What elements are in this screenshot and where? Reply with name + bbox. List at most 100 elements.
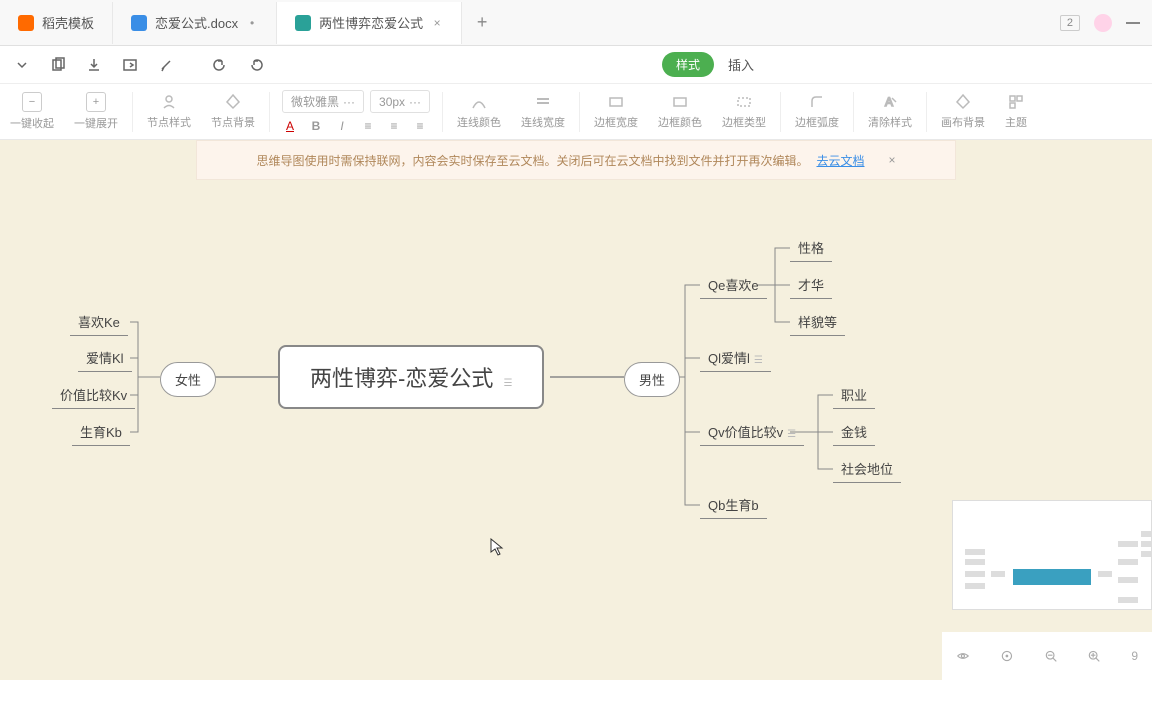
node-bg-button[interactable]: 节点背景 <box>201 87 265 136</box>
unsaved-dot-icon: • <box>246 16 258 30</box>
theme-button[interactable]: 主题 <box>995 87 1037 136</box>
align-center-button[interactable]: ≡ <box>386 119 402 133</box>
close-icon[interactable]: × <box>431 16 443 30</box>
tab-doc[interactable]: 恋爱公式.docx • <box>113 2 277 44</box>
tool-label: 节点背景 <box>211 114 255 130</box>
node-label: Qb生育b <box>708 498 759 513</box>
eye-icon[interactable] <box>956 647 970 665</box>
node-label: 性格 <box>798 241 824 256</box>
minimize-icon[interactable] <box>1126 22 1140 24</box>
tab-template[interactable]: 稻壳模板 <box>0 2 113 44</box>
border-type-button[interactable]: 边框类型 <box>712 87 776 136</box>
node-label: 女性 <box>175 373 201 388</box>
tool-label: 一键展开 <box>74 115 118 131</box>
tab-icon <box>18 15 34 31</box>
tool-label: 连线宽度 <box>521 114 565 130</box>
tool-label: 节点样式 <box>147 114 191 130</box>
leaf-node[interactable]: 喜欢Ke <box>70 308 128 336</box>
font-color-button[interactable]: A <box>282 119 298 133</box>
node-label: 金钱 <box>841 425 867 440</box>
leaf-node[interactable]: 价值比较Kv <box>52 381 135 409</box>
tool-label: 连线颜色 <box>457 114 501 130</box>
node-label: 职业 <box>841 388 867 403</box>
node-label: Qe喜欢e <box>708 278 759 293</box>
collapse-all-button[interactable]: − 一键收起 <box>0 86 64 137</box>
export-icon[interactable] <box>116 51 144 79</box>
node-label: 爱情Kl <box>86 351 124 366</box>
tool-label: 边框颜色 <box>658 114 702 130</box>
branch-male[interactable]: 男性 <box>624 362 680 397</box>
clear-style-button[interactable]: A 清除样式 <box>858 87 922 136</box>
mindmap-canvas[interactable]: 思维导图使用时需保持联网，内容会实时保存至云文档。关闭后可在云文档中找到文件并打… <box>0 140 1152 680</box>
download-icon[interactable] <box>80 51 108 79</box>
tool-label: 清除样式 <box>868 114 912 130</box>
target-icon[interactable] <box>1000 647 1014 665</box>
border-color-button[interactable]: 边框颜色 <box>648 87 712 136</box>
minimap[interactable] <box>952 500 1152 610</box>
leaf-node[interactable]: 金钱 <box>833 418 875 446</box>
branch-node[interactable]: Ql爱情l☰ <box>700 344 771 372</box>
node-label: Ql爱情l <box>708 351 750 366</box>
tool-label: 一键收起 <box>10 115 54 131</box>
dropdown-menu-button[interactable] <box>8 51 36 79</box>
expand-all-button[interactable]: + 一键展开 <box>64 86 128 137</box>
zoom-value: 9 <box>1131 649 1138 663</box>
align-right-button[interactable]: ≡ <box>412 119 428 133</box>
zoom-controls: 9 <box>942 632 1152 680</box>
tab-icon <box>295 15 311 31</box>
style-tab[interactable]: 样式 <box>662 52 714 77</box>
leaf-node[interactable]: 职业 <box>833 381 875 409</box>
tab-label: 稻壳模板 <box>42 13 94 32</box>
copy-icon[interactable] <box>44 51 72 79</box>
undo-icon[interactable] <box>206 51 234 79</box>
align-left-button[interactable]: ≡ <box>360 119 376 133</box>
window-count-badge[interactable]: 2 <box>1060 15 1080 31</box>
node-label: 价值比较Kv <box>60 388 127 403</box>
note-icon: ☰ <box>787 429 796 440</box>
branch-node[interactable]: Qe喜欢e <box>700 271 767 299</box>
tool-label: 边框宽度 <box>594 114 638 130</box>
branch-female[interactable]: 女性 <box>160 362 216 397</box>
new-tab-button[interactable]: + <box>462 12 502 33</box>
tab-icon <box>131 15 147 31</box>
tool-label: 画布背景 <box>941 114 985 130</box>
leaf-node[interactable]: 性格 <box>790 234 832 262</box>
node-label: 男性 <box>639 373 665 388</box>
branch-node[interactable]: Qb生育b <box>700 491 767 519</box>
branch-node[interactable]: Qv价值比较v ☰ <box>700 418 804 446</box>
redo-icon[interactable] <box>242 51 270 79</box>
node-label: 样貌等 <box>798 315 837 330</box>
node-label: 喜欢Ke <box>78 315 120 330</box>
insert-tab[interactable]: 插入 <box>722 55 760 74</box>
note-icon: ☰ <box>503 378 512 389</box>
node-label: 才华 <box>798 278 824 293</box>
canvas-bg-button[interactable]: 画布背景 <box>931 87 995 136</box>
tool-label: 主题 <box>1005 114 1027 130</box>
node-style-button[interactable]: 节点样式 <box>137 87 201 136</box>
font-family-select[interactable]: 微软雅黑··· <box>282 90 364 113</box>
leaf-node[interactable]: 社会地位 <box>833 455 901 483</box>
bold-button[interactable]: B <box>308 119 324 133</box>
border-width-button[interactable]: 边框宽度 <box>584 87 648 136</box>
svg-text:A: A <box>885 95 893 109</box>
leaf-node[interactable]: 才华 <box>790 271 832 299</box>
root-node[interactable]: 两性博弈-恋爱公式 ☰ <box>278 345 544 409</box>
leaf-node[interactable]: 生育Kb <box>72 418 130 446</box>
font-size-select[interactable]: 30px··· <box>370 90 430 113</box>
avatar-icon[interactable] <box>1094 14 1112 32</box>
brush-icon[interactable] <box>152 51 180 79</box>
node-label: 生育Kb <box>80 425 122 440</box>
zoom-in-icon[interactable] <box>1087 647 1101 665</box>
node-label: Qv价值比较v <box>708 425 783 440</box>
border-radius-button[interactable]: 边框弧度 <box>785 87 849 136</box>
node-label: 社会地位 <box>841 462 893 477</box>
italic-button[interactable]: I <box>334 119 350 133</box>
tab-mindmap[interactable]: 两性博弈恋爱公式 × <box>277 2 462 44</box>
leaf-node[interactable]: 爱情Kl <box>78 344 132 372</box>
line-width-button[interactable]: 连线宽度 <box>511 87 575 136</box>
line-color-button[interactable]: 连线颜色 <box>447 87 511 136</box>
tab-label: 恋爱公式.docx <box>155 13 238 32</box>
zoom-out-icon[interactable] <box>1044 647 1058 665</box>
leaf-node[interactable]: 样貌等 <box>790 308 845 336</box>
tab-label: 两性博弈恋爱公式 <box>319 13 423 32</box>
